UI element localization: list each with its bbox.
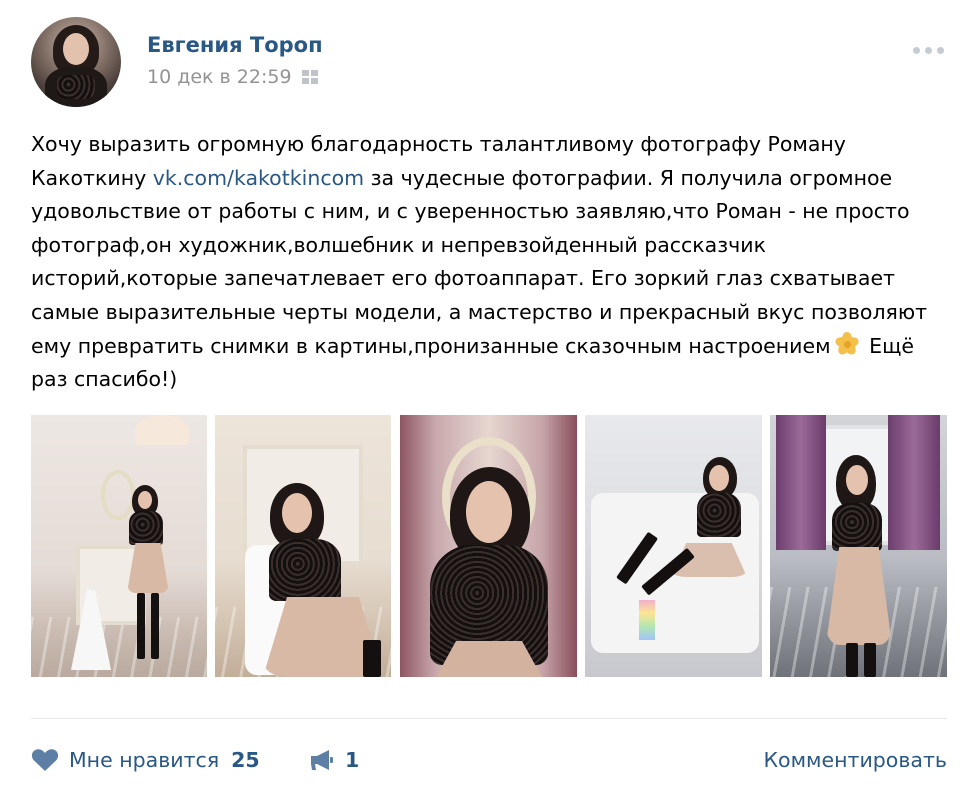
like-count: 25 — [231, 748, 260, 772]
heart-icon — [31, 749, 59, 771]
post-photo-2[interactable] — [215, 415, 391, 677]
post-timestamp[interactable]: 10 дек в 22:59 — [147, 66, 292, 88]
author-name[interactable]: Евгения Тороп — [147, 33, 323, 57]
photographer-link[interactable]: vk.com/kakotkincom — [153, 166, 364, 190]
post-text-body: за чудесные фотографии. Я получила огром… — [31, 165, 928, 358]
like-button[interactable]: Мне нравится 25 — [31, 742, 260, 778]
share-button[interactable]: 1 — [309, 742, 359, 778]
share-count: 1 — [345, 748, 360, 772]
post-meta: 10 дек в 22:59 — [147, 64, 318, 90]
post-photo-1[interactable] — [31, 415, 207, 677]
post-photo-5[interactable] — [770, 415, 947, 677]
flower-emoji-icon — [833, 331, 860, 357]
post-text: Хочу выразить огромную благодарность тал… — [31, 128, 943, 397]
windows-icon — [301, 70, 318, 84]
post-photo-4[interactable] — [585, 415, 762, 677]
more-options-icon[interactable] — [913, 45, 947, 55]
post-footer: Мне нравится 25 1 Комментировать — [31, 742, 947, 778]
comment-button[interactable]: Комментировать — [763, 742, 947, 778]
wall-post: Евгения Тороп 10 дек в 22:59 Хочу вырази… — [0, 0, 960, 789]
footer-divider — [31, 718, 947, 719]
post-photo-3[interactable] — [400, 415, 577, 677]
like-label: Мне нравится — [69, 748, 220, 772]
megaphone-icon — [311, 750, 333, 770]
avatar[interactable] — [31, 17, 121, 107]
